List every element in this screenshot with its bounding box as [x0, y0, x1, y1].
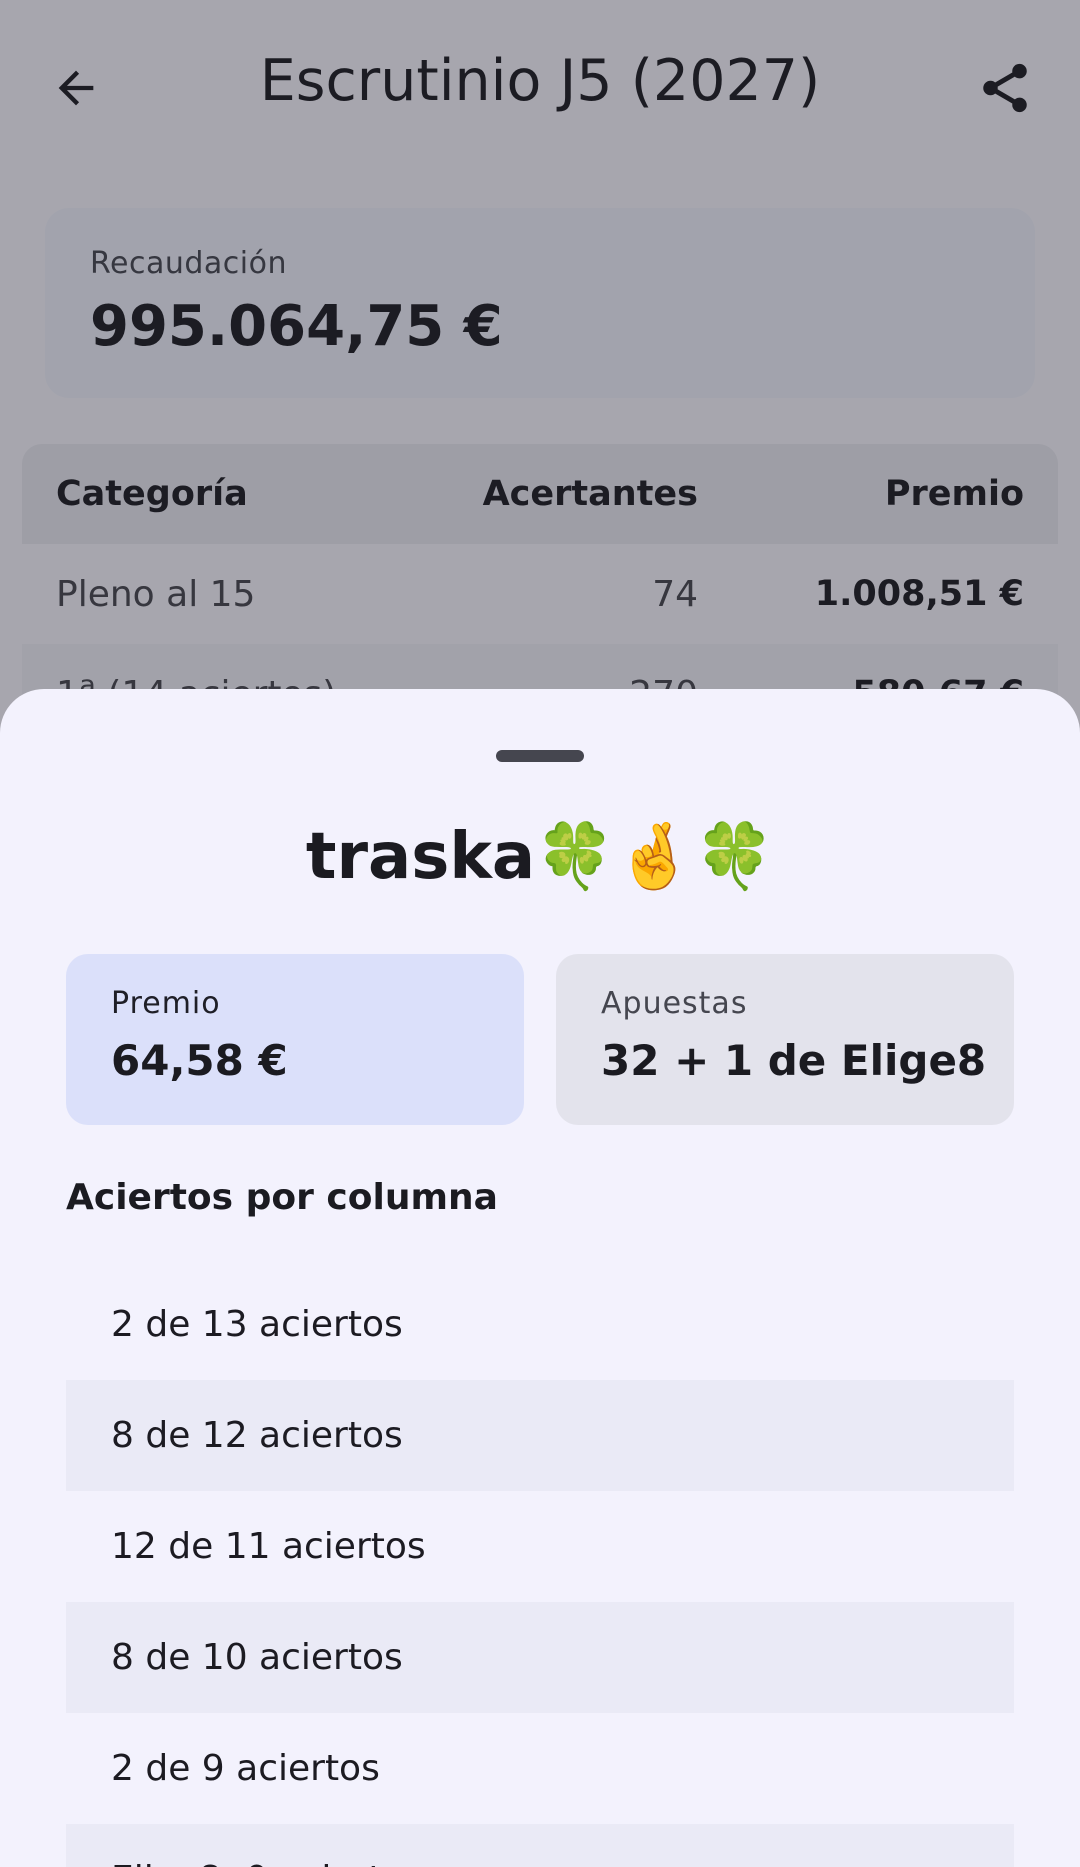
premio-label: Premio: [111, 986, 221, 1021]
list-item: 8 de 12 aciertos: [66, 1380, 1014, 1491]
sheet-title: traska🍀🤞🍀: [305, 820, 775, 894]
screen: Escrutinio J5 (2027) Recaudación 995.064…: [0, 0, 1080, 1867]
drag-handle[interactable]: [496, 750, 584, 762]
apuestas-value: 32 + 1 de Elige8: [601, 1036, 987, 1085]
hits-list: 2 de 13 aciertos 8 de 12 aciertos 12 de …: [66, 1269, 1014, 1867]
list-item: 2 de 9 aciertos: [111, 1748, 380, 1789]
bottom-sheet: traska🍀🤞🍀 Premio 64,58 € Apuestas 32 + 1…: [0, 689, 1080, 1867]
apuestas-card: Apuestas 32 + 1 de Elige8: [556, 954, 1014, 1125]
premio-value: 64,58 €: [111, 1036, 288, 1085]
list-item: Elige8: 0 aciertos: [66, 1824, 1014, 1867]
section-title: Aciertos por columna: [66, 1177, 498, 1218]
list-item: 2 de 13 aciertos: [111, 1304, 403, 1345]
list-item: 8 de 10 aciertos: [66, 1602, 1014, 1713]
list-item: 12 de 11 aciertos: [111, 1526, 426, 1567]
apuestas-label: Apuestas: [601, 986, 748, 1021]
premio-card: Premio 64,58 €: [66, 954, 524, 1125]
